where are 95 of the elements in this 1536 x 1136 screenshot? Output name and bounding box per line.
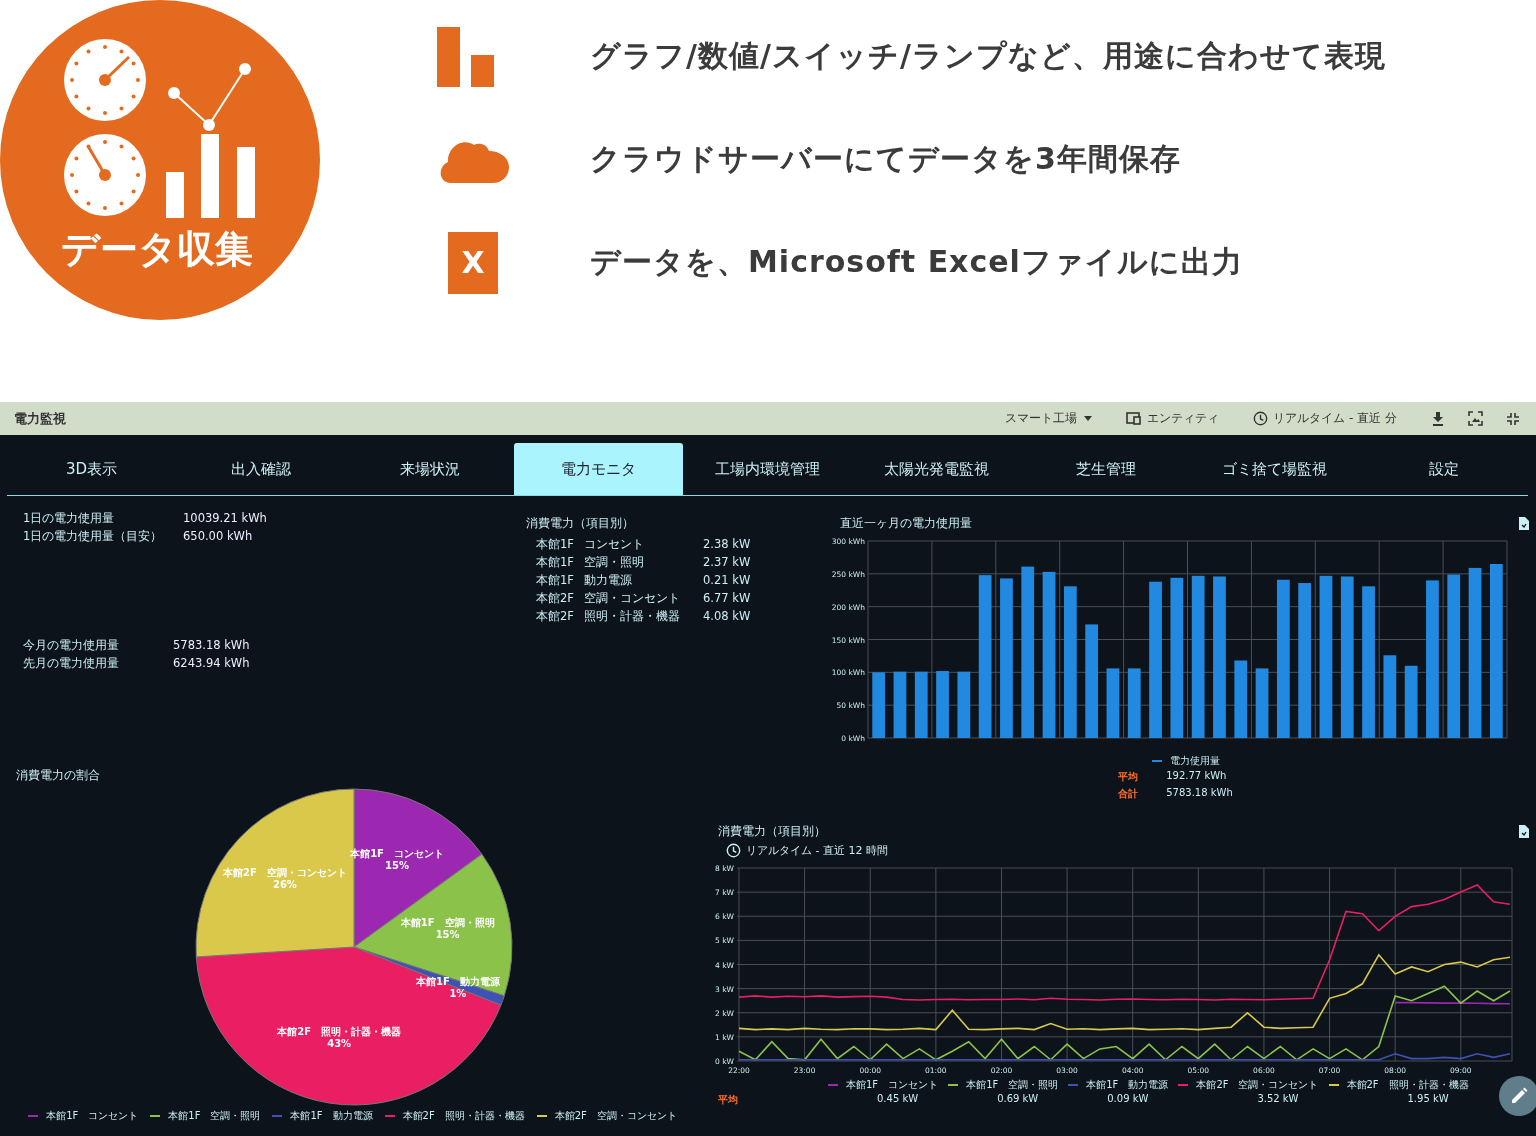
- item-label: 動力電源: [584, 573, 633, 588]
- item-label: 空調・コンセント: [584, 591, 681, 606]
- slice-label: 本館2F 空調・コンセント: [223, 867, 347, 879]
- slice-percent: 1%: [449, 987, 467, 999]
- summary-label: 合計: [1118, 787, 1140, 801]
- edit-button[interactable]: [1499, 1076, 1536, 1116]
- tab[interactable]: 太陽光発電監視: [852, 443, 1021, 495]
- dashboard-title: 電力監視: [14, 409, 66, 428]
- chart-title: 直近一ヶ月の電力使用量: [840, 516, 972, 531]
- stat-label: 今月の電力使用量: [23, 638, 120, 653]
- item-label: 空調・照明: [584, 555, 645, 570]
- caret-icon: [1084, 416, 1093, 421]
- excel-icon: X: [448, 231, 498, 294]
- power-value: 6.77 kW: [703, 591, 752, 606]
- bar: [1255, 668, 1269, 738]
- stat-label: 1日の電力使用量: [23, 511, 116, 526]
- legend-label: 本館1F 空調・照明: [966, 1078, 1059, 1092]
- stat-value: 6243.94 kWh: [173, 656, 251, 671]
- entity-button[interactable]: エンティティ: [1118, 406, 1228, 431]
- average-value: 0.45 kW: [876, 1093, 920, 1106]
- tab[interactable]: ゴミ捨て場監視: [1190, 443, 1359, 495]
- legend-label: 本館1F コンセント: [46, 1109, 139, 1123]
- tab[interactable]: 来場状況: [345, 443, 514, 495]
- line-graph-icon: [168, 63, 251, 131]
- bar: [872, 672, 886, 738]
- slice-percent: 15%: [385, 859, 409, 871]
- tab[interactable]: 電力モニタ: [514, 443, 683, 495]
- bar-chart-icon: [437, 26, 495, 87]
- average-value: 0.09 kW: [1106, 1093, 1150, 1106]
- export-file-icon[interactable]: [1519, 825, 1529, 838]
- legend-label: 本館1F コンセント: [846, 1078, 939, 1092]
- stat-value: 650.00 kWh: [183, 529, 254, 544]
- power-value: 0.21 kW: [703, 573, 752, 588]
- stat-label: 先月の電力使用量: [23, 656, 120, 671]
- stat-label: 1日の電力使用量（目安）: [23, 529, 164, 544]
- slice-percent: 15%: [435, 929, 460, 941]
- tab[interactable]: 出入確認: [176, 443, 345, 495]
- clock-icon: [726, 843, 741, 858]
- legend-label: 本館1F 動力電源: [290, 1109, 373, 1123]
- slice-label: 本館2F 照明・計器・機器: [277, 1025, 402, 1037]
- chart-title: 消費電力の割合: [16, 768, 101, 783]
- feature-text: データを、Microsoft Excelファイルに出力: [590, 243, 1243, 281]
- bar: [893, 671, 907, 738]
- bar: [914, 671, 928, 738]
- building-label: 本館1F: [536, 573, 575, 588]
- slice-percent: 43%: [327, 1037, 352, 1049]
- power-value: 4.08 kW: [703, 609, 752, 624]
- summary-value: 5783.18 kWh: [1166, 787, 1233, 800]
- clock-icon: [1253, 411, 1269, 426]
- tab[interactable]: 設定: [1359, 443, 1528, 495]
- legend-label: 電力使用量: [1169, 754, 1220, 768]
- stat-value: 10039.21 kWh: [183, 511, 268, 526]
- chart-title: 消費電力（項目別）: [718, 824, 826, 839]
- bar: [1106, 668, 1120, 738]
- building-label: 本館2F: [536, 609, 575, 624]
- tab[interactable]: 芝生管理: [1021, 443, 1190, 495]
- legend-label: 本館2F 照明・計器・機器: [1346, 1078, 1469, 1092]
- summary-label: 平均: [1118, 770, 1140, 784]
- item-label: 照明・計器・機器: [584, 609, 681, 624]
- legend-label: 本館1F 動力電源: [1086, 1078, 1169, 1092]
- bar-graph-icon: [166, 134, 255, 218]
- time-range-label: リアルタイム - 直近 12 時間: [746, 843, 888, 858]
- devices-icon: [1126, 412, 1143, 425]
- time-range-button[interactable]: リアルタイム - 直近 分: [1245, 406, 1405, 431]
- item-label: コンセント: [584, 537, 645, 552]
- power-value: 2.37 kW: [703, 555, 752, 570]
- building-label: 本館2F: [536, 591, 575, 606]
- summary-value: 192.77 kWh: [1166, 770, 1228, 783]
- panel-title: 消費電力（項目別）: [526, 516, 635, 531]
- average-value: 1.95 kW: [1406, 1093, 1450, 1106]
- average-label: 平均: [718, 1093, 739, 1107]
- building-label: 本館1F: [536, 555, 575, 570]
- tab[interactable]: 3D表示: [7, 443, 176, 495]
- legend-label: 本館2F 照明・計器・機器: [402, 1109, 525, 1123]
- bar: [936, 671, 949, 738]
- bar: [1127, 668, 1141, 738]
- site-dropdown[interactable]: スマート工場: [997, 406, 1101, 431]
- feature-text: クラウドサーバーにてデータを3年間保存: [590, 140, 1181, 178]
- slice-label: 本館1F 空調・照明: [400, 917, 495, 929]
- legend-label: 本館2F 空調・コンセント: [554, 1109, 677, 1123]
- average-value: 0.69 kW: [996, 1093, 1040, 1106]
- tab[interactable]: 工場内環境管理: [683, 443, 852, 495]
- pencil-icon: [1510, 1087, 1528, 1105]
- export-file-icon[interactable]: [1519, 517, 1529, 530]
- average-value: 3.52 kW: [1256, 1093, 1300, 1106]
- bar: [957, 671, 971, 738]
- legend-label: 本館1F 空調・照明: [168, 1109, 261, 1123]
- gauge-icon: [64, 134, 146, 216]
- badge-title: データ収集: [61, 226, 253, 273]
- building-label: 本館1F: [536, 537, 575, 552]
- gauge-icon: [64, 39, 146, 121]
- feature-text: グラフ/数値/スイッチ/ランプなど、用途に合わせて表現: [590, 37, 1386, 75]
- slice-percent: 26%: [272, 879, 297, 891]
- legend-label: 本館2F 空調・コンセント: [1196, 1078, 1319, 1092]
- stat-value: 5783.18 kWh: [173, 638, 251, 653]
